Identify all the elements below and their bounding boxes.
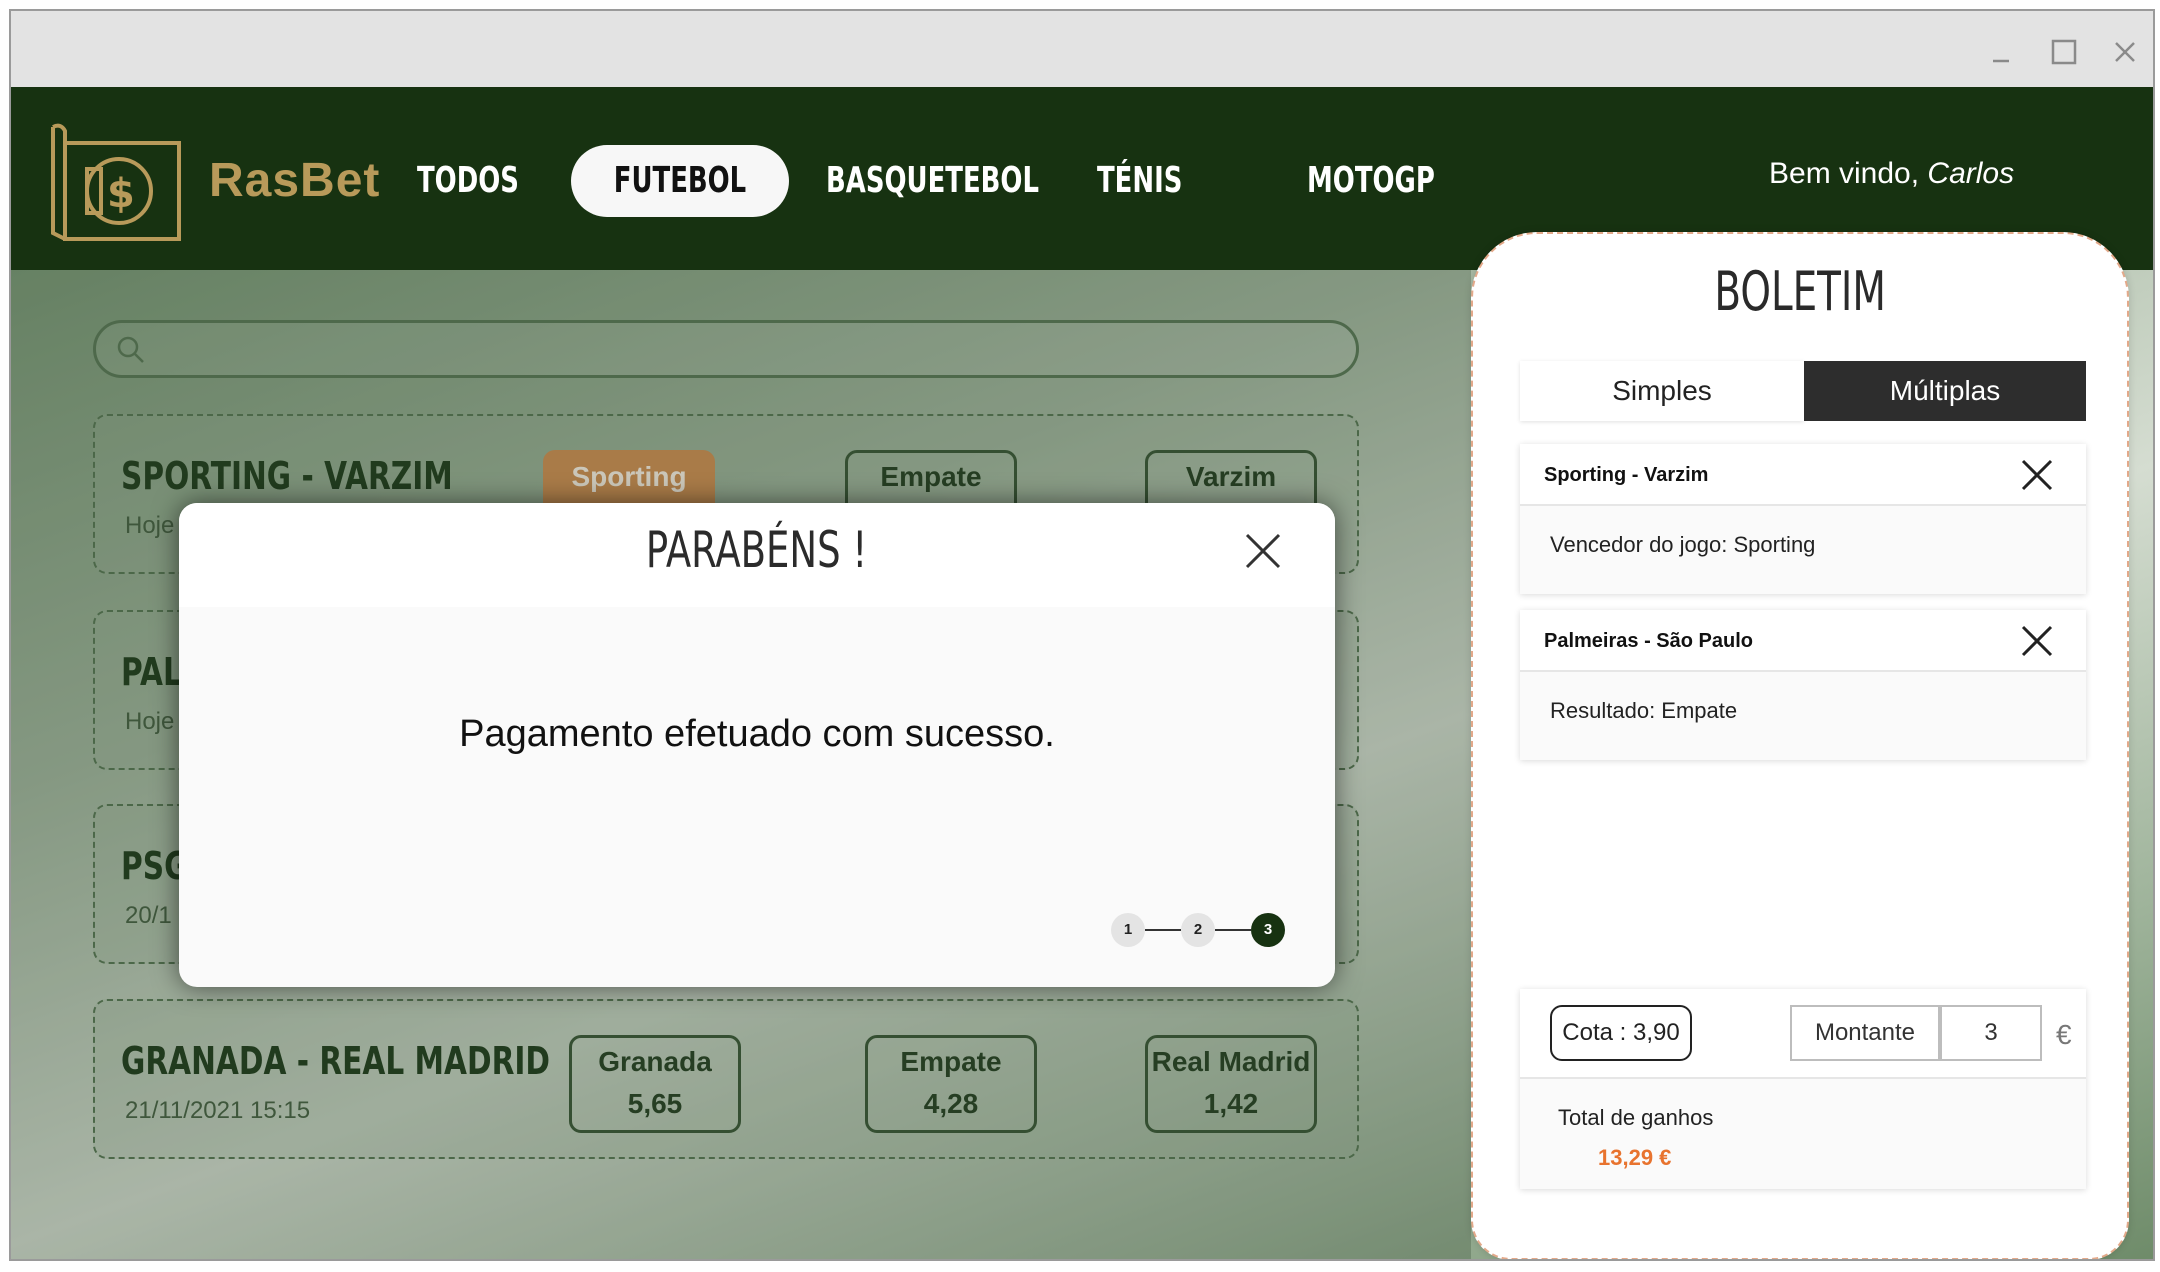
tab-multiplas[interactable]: Múltiplas	[1804, 361, 2086, 421]
bet-slip-title: BOLETIM	[1714, 260, 1886, 323]
amount-label: Montante	[1790, 1005, 1940, 1061]
bet-game: Palmeiras - São Paulo	[1544, 630, 1753, 652]
svg-text:$: $	[107, 171, 135, 217]
remove-bet-icon[interactable]	[2020, 458, 2054, 492]
bet-card-header: Sporting - Varzim	[1520, 444, 2086, 506]
progress-stepper: 1 2 3	[1111, 913, 1311, 949]
step-2: 2	[1181, 913, 1215, 947]
amount-input[interactable]	[1940, 1005, 2042, 1061]
minimize-icon[interactable]	[1981, 33, 2021, 73]
close-icon[interactable]	[2105, 33, 2145, 73]
bet-card: Sporting - Varzim Vencedor do jogo: Spor…	[1520, 444, 2086, 594]
remove-bet-icon[interactable]	[2020, 624, 2054, 658]
app-window: $ RasBet TODOS FUTEBOL BASQUETEBOL TÉNIS…	[9, 9, 2155, 1261]
modal-message: Pagamento efetuado com sucesso.	[459, 713, 1055, 755]
currency-symbol: €	[2056, 1019, 2072, 1050]
success-modal: PARABÉNS ! Pagamento efetuado com sucess…	[179, 503, 1335, 987]
bet-card-header: Palmeiras - São Paulo	[1520, 610, 2086, 672]
stake-row: Cota : 3,90 Montante €	[1520, 989, 2086, 1079]
brand-name[interactable]: RasBet	[209, 153, 380, 208]
step-connector	[1215, 929, 1251, 931]
close-icon[interactable]	[1241, 529, 1285, 573]
bet-slip-panel: BOLETIM Simples Múltiplas Sporting - Var…	[1471, 232, 2129, 1259]
step-3: 3	[1251, 913, 1285, 947]
modal-header: PARABÉNS !	[179, 503, 1335, 607]
maximize-icon[interactable]	[2043, 33, 2083, 73]
nav-basquetebol[interactable]: BASQUETEBOL	[826, 145, 1122, 217]
bet-card: Palmeiras - São Paulo Resultado: Empate	[1520, 610, 2086, 760]
nav-todos[interactable]: TODOS	[417, 145, 559, 217]
modal-title: PARABÉNS !	[646, 521, 868, 579]
odds-total-badge: Cota : 3,90	[1550, 1005, 1692, 1061]
tab-simples[interactable]: Simples	[1520, 361, 1804, 421]
money-bill-icon[interactable]: $	[47, 121, 187, 245]
total-winnings-label: Total de ganhos	[1558, 1105, 1714, 1130]
nav-tenis[interactable]: TÉNIS	[1097, 145, 1216, 217]
stake-summary: Cota : 3,90 Montante € Total de ganhos 1…	[1520, 989, 2086, 1189]
nav-futebol[interactable]: FUTEBOL	[571, 145, 789, 217]
nav-motogp[interactable]: MOTOGP	[1307, 145, 1485, 217]
title-bar	[11, 11, 2153, 87]
user-name[interactable]: Carlos	[1927, 157, 2014, 190]
step-connector	[1145, 929, 1181, 931]
welcome-text: Bem vindo, Carlos	[1769, 157, 2015, 190]
bet-game: Sporting - Varzim	[1544, 464, 1709, 486]
step-1: 1	[1111, 913, 1145, 947]
bet-description: Vencedor do jogo: Sporting	[1550, 532, 1816, 557]
total-winnings-value: 13,29 €	[1598, 1145, 1672, 1170]
bet-description: Resultado: Empate	[1550, 698, 1738, 723]
